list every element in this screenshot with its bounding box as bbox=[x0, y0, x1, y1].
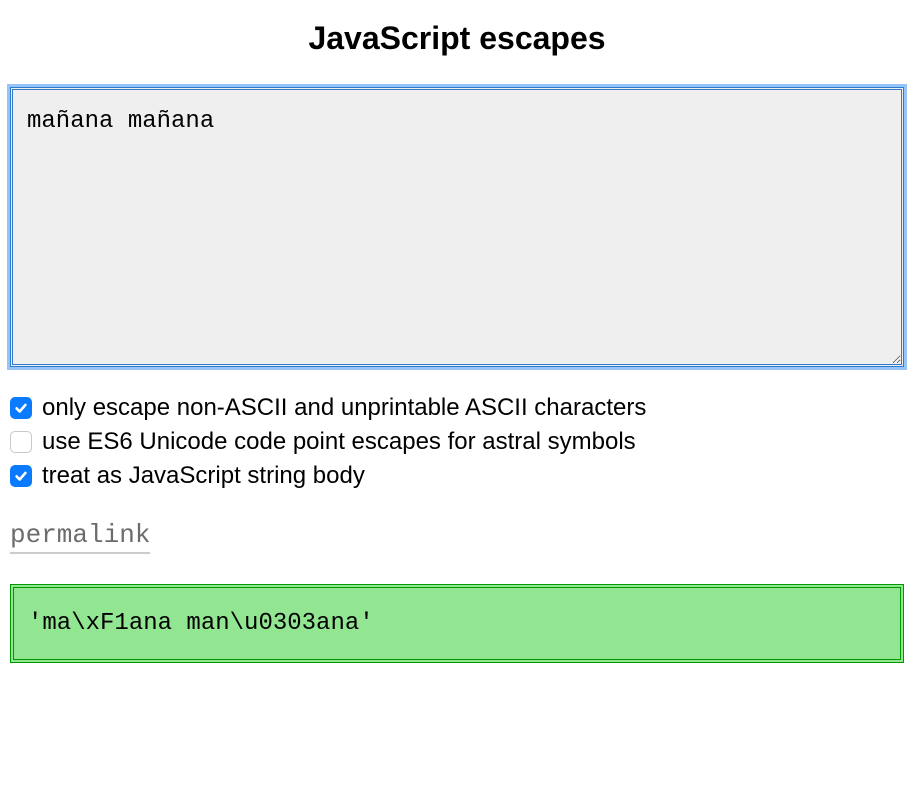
checkbox-escape-nonascii[interactable] bbox=[10, 397, 32, 419]
option-es6-escapes[interactable]: use ES6 Unicode code point escapes for a… bbox=[10, 428, 904, 456]
input-textarea[interactable] bbox=[10, 87, 904, 367]
option-label: use ES6 Unicode code point escapes for a… bbox=[42, 428, 636, 456]
page-title: JavaScript escapes bbox=[10, 20, 904, 57]
option-string-body[interactable]: treat as JavaScript string body bbox=[10, 462, 904, 490]
checkbox-string-body[interactable] bbox=[10, 465, 32, 487]
output-box: 'ma\xF1ana man\u0303ana' bbox=[10, 584, 904, 663]
permalink-link[interactable]: permalink bbox=[10, 520, 150, 554]
check-icon bbox=[14, 401, 28, 415]
check-icon bbox=[14, 469, 28, 483]
checkbox-es6-escapes[interactable] bbox=[10, 431, 32, 453]
option-label: only escape non-ASCII and unprintable AS… bbox=[42, 394, 646, 422]
options-group: only escape non-ASCII and unprintable AS… bbox=[10, 394, 904, 490]
option-label: treat as JavaScript string body bbox=[42, 462, 365, 490]
option-escape-nonascii[interactable]: only escape non-ASCII and unprintable AS… bbox=[10, 394, 904, 422]
